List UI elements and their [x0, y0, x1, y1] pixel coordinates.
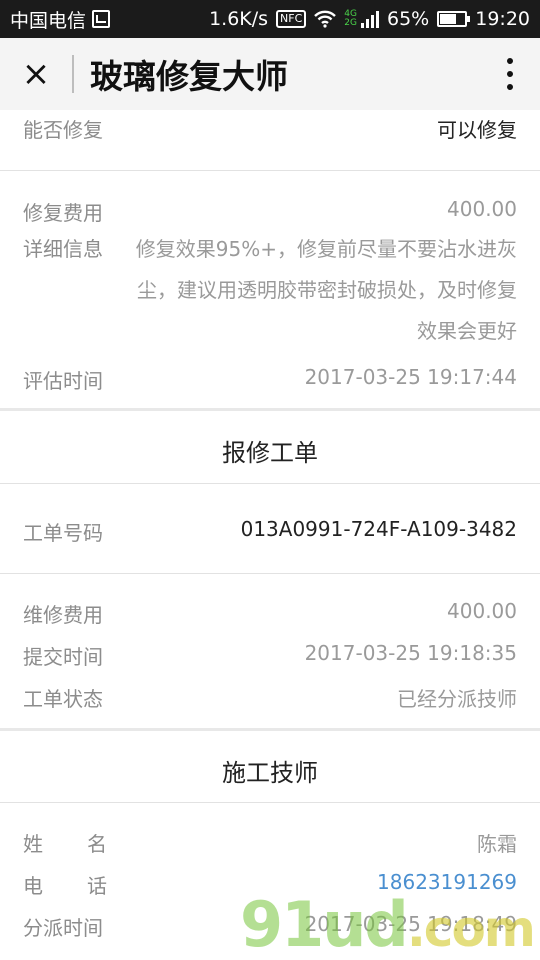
submit-time-row: 提交时间 2017-03-25 19:18:35: [0, 641, 540, 670]
submit-time-label: 提交时间: [23, 645, 103, 669]
repair-fee-row: 修复费用 400.00: [0, 197, 540, 226]
section-divider: [0, 728, 540, 731]
can-repair-label: 能否修复: [23, 118, 103, 142]
divider: [0, 802, 540, 803]
battery-percent: 65%: [387, 8, 430, 30]
order-status-label: 工单状态: [23, 687, 103, 711]
network-type: 4G 2G: [344, 10, 357, 28]
net-2g-label: 2G: [344, 18, 357, 28]
battery-icon: [437, 11, 471, 27]
repair-fee-value: 400.00: [447, 197, 517, 221]
tech-name-row: 姓名 陈霜: [0, 828, 540, 857]
section-divider: [0, 408, 540, 411]
order-status-value: 已经分派技师: [397, 687, 517, 711]
service-fee-label: 维修费用: [23, 603, 103, 627]
work-order-title: 报修工单: [222, 439, 318, 467]
divider: [0, 170, 540, 171]
network-speed: 1.6K/s: [209, 8, 269, 30]
detail-row: 详细信息 修复效果95%+，修复前尽量不要沾水进灰尘，建议用透明胶带密封破损处，…: [0, 229, 540, 352]
assess-time-value: 2017-03-25 19:17:44: [304, 365, 517, 389]
tech-name-value: 陈霜: [477, 832, 517, 856]
screenshot-icon: [92, 10, 111, 28]
divider: [0, 483, 540, 484]
assign-time-value: 2017-03-25 19:18:49: [304, 912, 517, 936]
assess-time-label: 评估时间: [23, 369, 103, 393]
wifi-icon: [314, 10, 337, 28]
can-repair-value: 可以修复: [437, 118, 517, 142]
tech-phone-row: 电话 18623191269: [0, 870, 540, 899]
close-icon: ×: [21, 54, 51, 94]
order-number-row: 工单号码 013A0991-724F-A109-3482: [0, 517, 540, 546]
service-fee-row: 维修费用 400.00: [0, 599, 540, 628]
tech-phone-label: 电话: [23, 874, 151, 898]
service-fee-value: 400.00: [447, 599, 517, 623]
assign-time-label: 分派时间: [23, 916, 103, 940]
carrier-name: 中国电信: [10, 9, 87, 32]
divider: [0, 573, 540, 574]
more-dot-icon: [507, 71, 513, 77]
page-title: 玻璃修复大师: [90, 57, 288, 96]
can-repair-row: 能否修复 可以修复: [0, 114, 540, 143]
technician-title: 施工技师: [222, 759, 318, 787]
tech-name-label: 姓名: [23, 832, 151, 856]
submit-time-value: 2017-03-25 19:18:35: [304, 641, 517, 665]
assign-time-row: 分派时间 2017-03-25 19:18:49: [0, 912, 540, 941]
more-menu-button[interactable]: [480, 38, 540, 110]
assess-time-row: 评估时间 2017-03-25 19:17:44: [0, 365, 540, 394]
more-dot-icon: [507, 58, 513, 64]
more-dot-icon: [507, 84, 513, 90]
title-bar: × 玻璃修复大师: [0, 38, 540, 110]
close-button[interactable]: ×: [0, 38, 72, 110]
order-number-value: 013A0991-724F-A109-3482: [240, 517, 517, 541]
nfc-icon: NFC: [276, 10, 307, 28]
order-number-label: 工单号码: [23, 521, 103, 545]
repair-fee-label: 修复费用: [23, 201, 103, 225]
signal-icon: [361, 10, 379, 28]
detail-value: 修复效果95%+，修复前尽量不要沾水进灰尘，建议用透明胶带密封破损处，及时修复效…: [135, 237, 517, 343]
detail-label: 详细信息: [23, 237, 103, 261]
status-bar: 中国电信 1.6K/s NFC 4G 2G 65% 19:20: [0, 0, 540, 38]
order-status-row: 工单状态 已经分派技师: [0, 683, 540, 712]
tech-phone-link[interactable]: 18623191269: [151, 870, 517, 899]
content-scroll[interactable]: 能否修复 可以修复 修复费用 400.00 详细信息 修复效果95%+，修复前尽…: [0, 110, 540, 960]
clock: 19:20: [475, 8, 530, 30]
